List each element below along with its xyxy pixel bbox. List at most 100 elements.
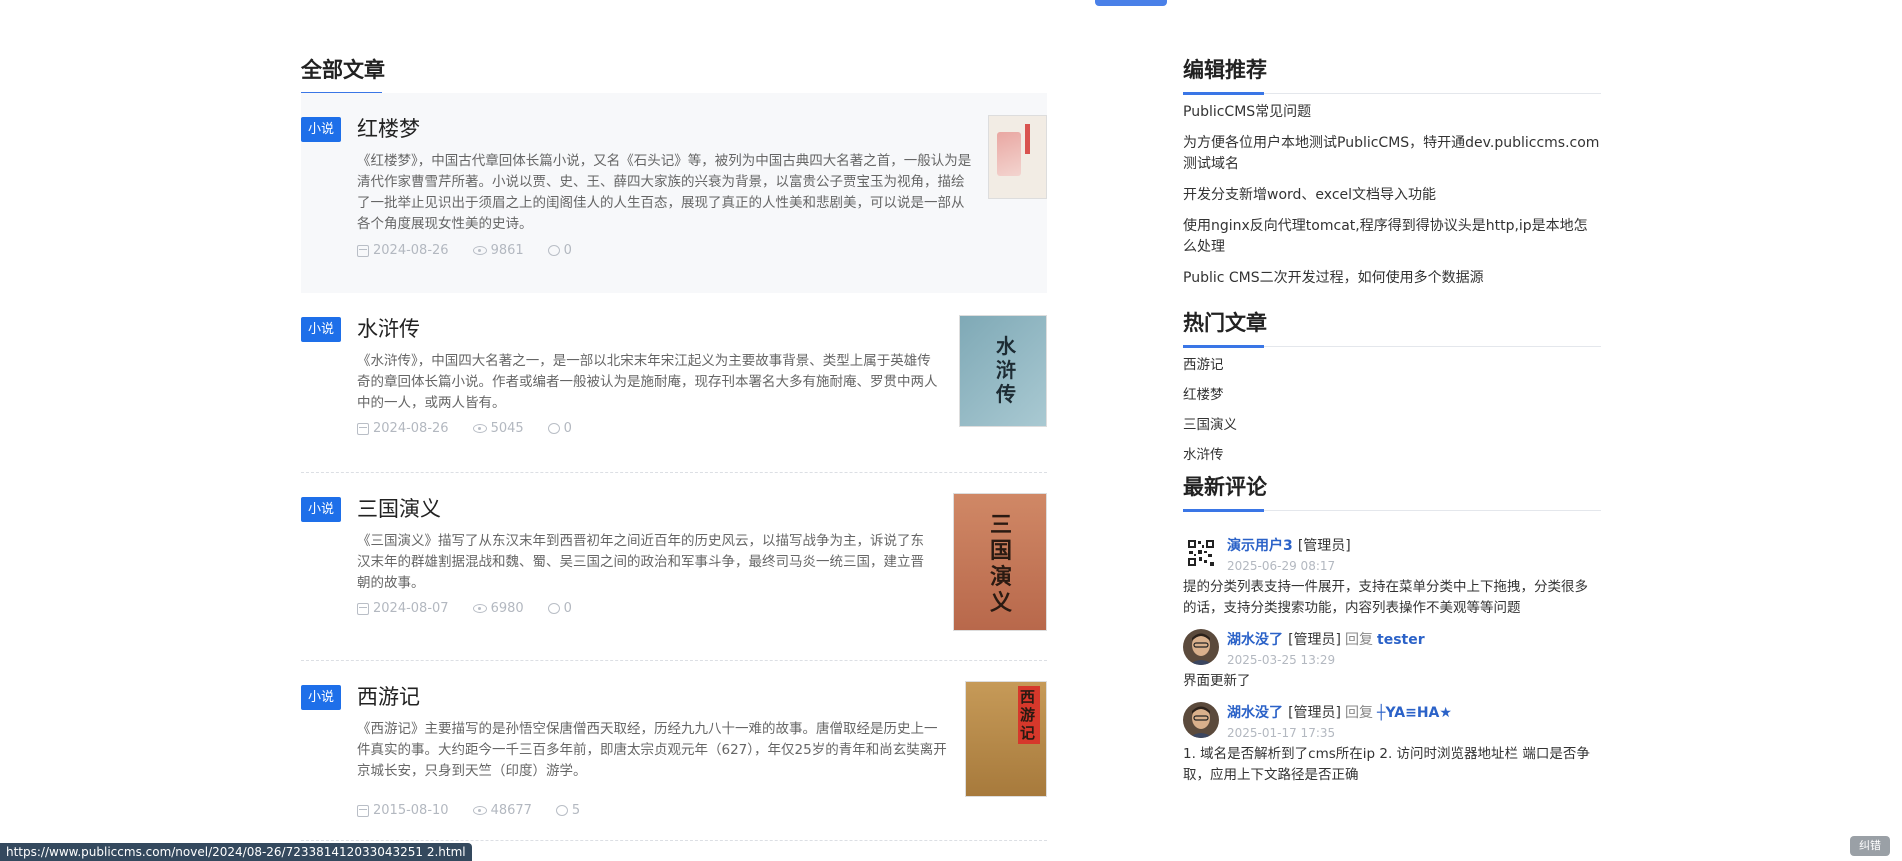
category-badge[interactable]: 小说: [301, 317, 341, 342]
cover-calligraphy: 西游记: [1020, 688, 1036, 742]
comment-item: 湖水没了 [管理员] 回复 ┼YA≡HA★ 2025-01-17 17:35 1. …: [1183, 702, 1601, 786]
article-cover-image[interactable]: 西游记: [965, 681, 1047, 797]
avatar[interactable]: [1183, 702, 1219, 738]
sidebar: 编辑推荐 PublicCMS常见问题 为方便各位用户本地测试PublicCMS，…: [1183, 52, 1601, 796]
latest-comments-header: 最新评论: [1183, 469, 1601, 512]
comment-body: 界面更新了: [1183, 673, 1251, 689]
editor-pick-link[interactable]: 开发分支新增word、excel文档导入功能: [1183, 185, 1601, 206]
comment-time: 2025-03-25 13:29: [1227, 653, 1336, 667]
calendar-icon: [357, 602, 369, 615]
comment-count: 0: [547, 601, 572, 616]
view-count: 6980: [472, 601, 524, 616]
report-error-button[interactable]: 纠错: [1850, 836, 1890, 856]
hot-articles-header: 热门文章: [1183, 305, 1601, 348]
comment-role: [管理员]: [1297, 538, 1351, 554]
article-item[interactable]: 小说 西游记 《西游记》主要描写的是孙悟空保唐僧西天取经，历经九九八十一难的故事…: [301, 661, 1047, 841]
comment-item: 演示用户3 [管理员] 2025-06-29 08:17 提的分类列表支持一件展…: [1183, 535, 1601, 619]
reply-target[interactable]: tester: [1377, 632, 1425, 648]
hot-article-link[interactable]: 红楼梦: [1183, 385, 1601, 406]
eye-icon: [472, 424, 487, 433]
comment-count: 5: [555, 803, 580, 818]
article-cover-image[interactable]: 水浒传: [959, 315, 1047, 427]
comment-header: 演示用户3 [管理员] 2025-06-29 08:17: [1183, 535, 1601, 573]
article-meta: 2024-08-26 9861 0: [357, 243, 572, 258]
reply-target[interactable]: ┼YA≡HA★: [1377, 705, 1452, 721]
section-underline: [1183, 345, 1264, 348]
publish-date: 2015-08-10: [357, 803, 449, 818]
avatar[interactable]: [1183, 629, 1219, 665]
article-title[interactable]: 红楼梦: [357, 115, 420, 143]
comment-item: 湖水没了 [管理员] 回复 tester 2025-03-25 13:29 界面更新…: [1183, 629, 1601, 692]
comment-time: 2025-01-17 17:35: [1227, 726, 1336, 740]
eye-icon: [472, 806, 487, 815]
publish-date: 2024-08-26: [357, 243, 449, 258]
comment-author[interactable]: 演示用户3: [1227, 538, 1293, 554]
article-item[interactable]: 小说 三国演义 《三国演义》描写了从东汉末年到西晋初年之间近百年的历史风云，以描…: [301, 473, 1047, 661]
editor-pick-link[interactable]: 使用nginx反向代理tomcat,程序得到得协议头是http,ip是本地怎么处…: [1183, 216, 1601, 258]
editor-picks-list: PublicCMS常见问题 为方便各位用户本地测试PublicCMS，特开通de…: [1183, 94, 1601, 289]
calendar-icon: [357, 422, 369, 435]
comment-count: 0: [547, 243, 572, 258]
reply-label: 回复: [1345, 632, 1374, 648]
editor-pick-link[interactable]: Public CMS二次开发过程，如何使用多个数据源: [1183, 268, 1601, 289]
publish-date: 2024-08-07: [357, 601, 449, 616]
editor-pick-link[interactable]: 为方便各位用户本地测试PublicCMS，特开通dev.publiccms.co…: [1183, 133, 1601, 175]
editor-picks-header: 编辑推荐: [1183, 52, 1601, 95]
comment-icon: [547, 423, 560, 434]
user-photo-icon: [1183, 702, 1219, 738]
comments-list: 演示用户3 [管理员] 2025-06-29 08:17 提的分类列表支持一件展…: [1183, 511, 1601, 786]
editor-pick-link[interactable]: PublicCMS常见问题: [1183, 102, 1601, 123]
eye-icon: [472, 604, 487, 613]
user-photo-icon: [1183, 629, 1219, 665]
comment-icon: [547, 245, 560, 256]
article-meta: 2015-08-10 48677 5: [357, 803, 580, 818]
all-articles-section: 全部文章 小说 红楼梦 《红楼梦》，中国古代章回体长篇小说，又名《石头记》等，被…: [301, 52, 1047, 841]
hot-article-link[interactable]: 西游记: [1183, 355, 1601, 376]
article-title[interactable]: 水浒传: [357, 315, 420, 343]
reply-label: 回复: [1345, 705, 1374, 721]
publish-date: 2024-08-26: [357, 421, 449, 436]
comment-header: 湖水没了 [管理员] 回复 tester 2025-03-25 13:29: [1183, 629, 1601, 667]
article-description: 《红楼梦》，中国古代章回体长篇小说，又名《石头记》等，被列为中国古典四大名著之首…: [357, 153, 972, 232]
article-meta: 2024-08-26 5045 0: [357, 421, 572, 436]
qr-code-icon: [1187, 539, 1215, 567]
comment-role: [管理员]: [1288, 705, 1342, 721]
cover-seal: [1025, 124, 1030, 154]
calendar-icon: [357, 804, 369, 817]
comment-icon: [555, 805, 568, 816]
hot-articles-list: 西游记 红楼梦 三国演义 水浒传: [1183, 347, 1601, 466]
section-title: 编辑推荐: [1183, 58, 1267, 82]
comment-meta: 湖水没了 [管理员] 回复 tester 2025-03-25 13:29: [1227, 629, 1425, 667]
view-count: 48677: [472, 803, 532, 818]
comment-body: 1. 域名是否解析到了cms所在ip 2. 访问时浏览器地址栏 端口是否争取，应…: [1183, 746, 1590, 783]
article-description: 《水浒传》，中国四大名著之一，是一部以北宋末年宋江起义为主要故事背景、类型上属于…: [357, 353, 938, 411]
all-articles-header: 全部文章: [301, 52, 1047, 95]
comment-meta: 演示用户3 [管理员] 2025-06-29 08:17: [1227, 535, 1351, 573]
section-title: 热门文章: [1183, 311, 1267, 335]
article-cover-image[interactable]: 三国演义: [953, 493, 1047, 631]
comment-author[interactable]: 湖水没了: [1227, 632, 1283, 648]
category-badge[interactable]: 小说: [301, 685, 341, 710]
article-item[interactable]: 小说 红楼梦 《红楼梦》，中国古代章回体长篇小说，又名《石头记》等，被列为中国古…: [301, 93, 1047, 293]
cover-figure: [997, 132, 1021, 176]
comment-header: 湖水没了 [管理员] 回复 ┼YA≡HA★ 2025-01-17 17:35: [1183, 702, 1601, 740]
top-nav-indicator[interactable]: [1095, 0, 1167, 6]
category-badge[interactable]: 小说: [301, 497, 341, 522]
article-cover-image[interactable]: [988, 115, 1047, 199]
eye-icon: [472, 246, 487, 255]
comment-icon: [547, 603, 560, 614]
comment-author[interactable]: 湖水没了: [1227, 705, 1283, 721]
category-badge[interactable]: 小说: [301, 117, 341, 142]
status-bar-url: https://www.publiccms.com/novel/2024/08-…: [0, 843, 472, 861]
view-count: 9861: [472, 243, 524, 258]
article-title[interactable]: 三国演义: [357, 495, 441, 523]
hot-article-link[interactable]: 三国演义: [1183, 415, 1601, 436]
cover-calligraphy: 三国演义: [990, 512, 1013, 616]
article-item[interactable]: 小说 水浒传 《水浒传》，中国四大名著之一，是一部以北宋末年宋江起义为主要故事背…: [301, 293, 1047, 473]
section-underline: [1183, 509, 1264, 512]
hot-article-link[interactable]: 水浒传: [1183, 445, 1601, 466]
section-title: 最新评论: [1183, 475, 1267, 499]
article-title[interactable]: 西游记: [357, 683, 420, 711]
avatar[interactable]: [1183, 535, 1219, 571]
comment-meta: 湖水没了 [管理员] 回复 ┼YA≡HA★ 2025-01-17 17:35: [1227, 702, 1452, 740]
